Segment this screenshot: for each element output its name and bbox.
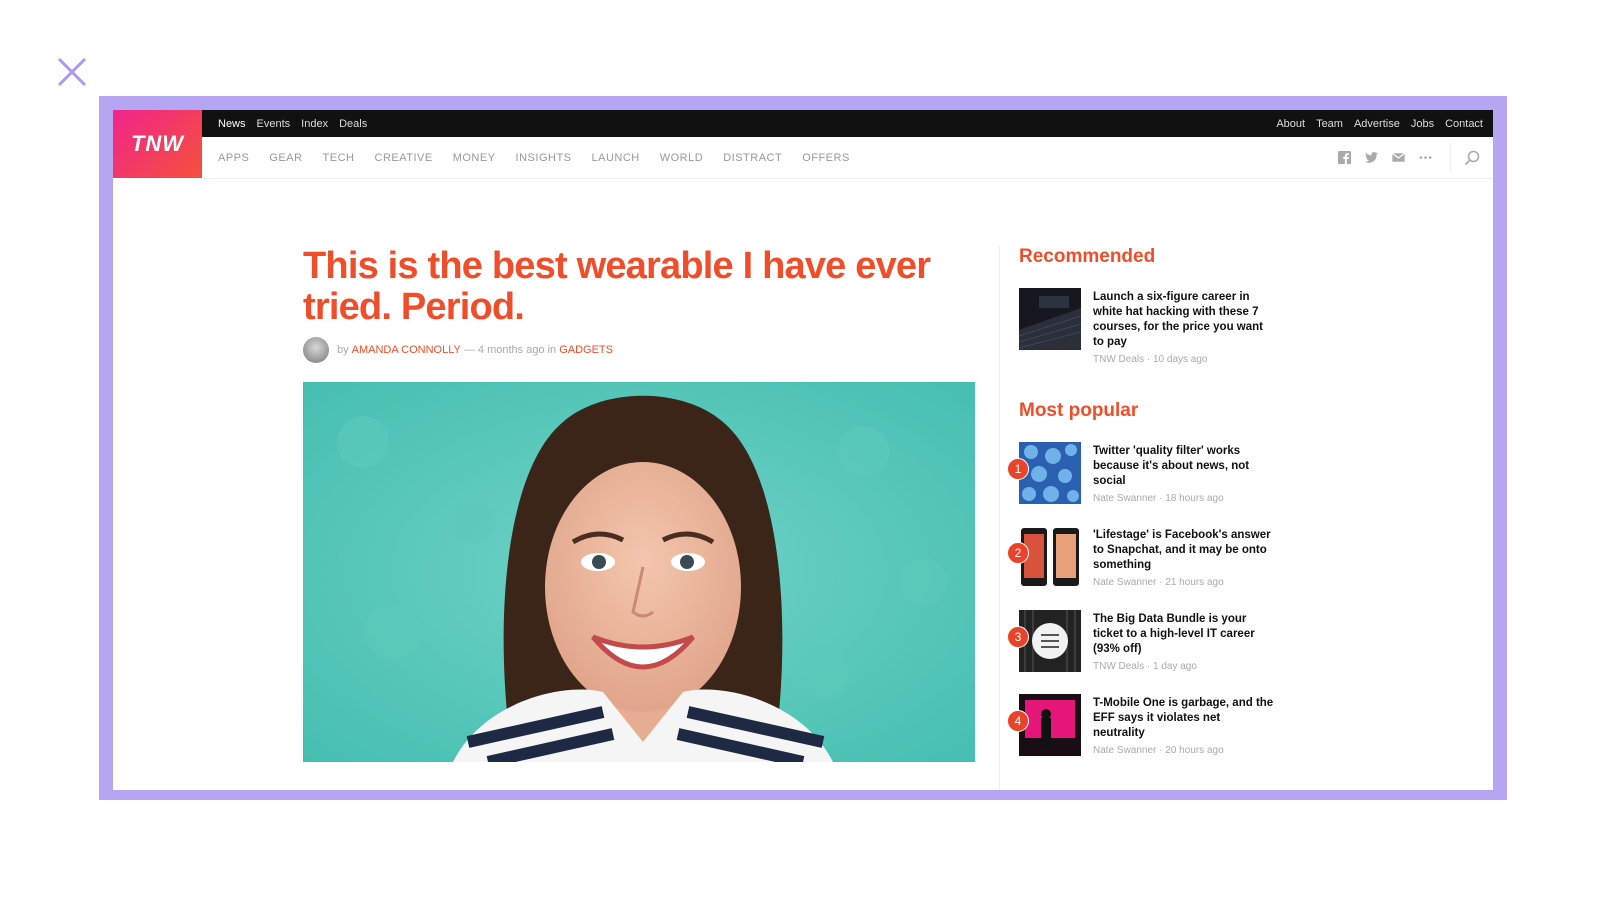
- recommended-item-title[interactable]: Launch a six-figure career in white hat …: [1093, 290, 1275, 350]
- top-nav-team[interactable]: Team: [1316, 118, 1343, 130]
- popular-item[interactable]: 2 'Lifestage' is Facebook's answer to Sn…: [1007, 522, 1289, 606]
- email-icon[interactable]: [1391, 150, 1406, 165]
- category-distract[interactable]: DISTRACT: [723, 152, 782, 164]
- category-link[interactable]: GADGETS: [559, 344, 613, 356]
- tnw-logo[interactable]: TNW: [113, 110, 202, 178]
- top-nav-news[interactable]: News: [218, 118, 246, 130]
- popular-item-title[interactable]: Twitter 'quality filter' works because i…: [1093, 444, 1275, 489]
- most-popular-title: Most popular: [1019, 400, 1139, 421]
- social-links: [1337, 137, 1433, 178]
- top-nav-events[interactable]: Events: [257, 118, 291, 130]
- category-world[interactable]: WORLD: [660, 152, 703, 164]
- category-apps[interactable]: APPS: [218, 152, 249, 164]
- popular-item[interactable]: 4 T-Mobile One is garbage, and the EFF s…: [1007, 690, 1289, 774]
- author-link[interactable]: AMANDA CONNOLLY: [352, 344, 461, 356]
- byline-by: by: [337, 344, 349, 356]
- facebook-icon[interactable]: [1337, 150, 1352, 165]
- top-nav-bar: News Events Index Deals About Team Adver…: [202, 110, 1493, 137]
- category-offers[interactable]: OFFERS: [802, 152, 850, 164]
- recommended-thumbnail: [1019, 288, 1081, 350]
- rank-badge: 2: [1007, 542, 1029, 564]
- recommended-title: Recommended: [1019, 246, 1156, 267]
- popular-item-meta: TNW Deals · 1 day ago: [1093, 661, 1197, 672]
- popular-item-meta: Nate Swanner · 21 hours ago: [1093, 577, 1224, 588]
- top-nav-index[interactable]: Index: [301, 118, 328, 130]
- popular-thumbnail: [1019, 442, 1081, 504]
- category-gear[interactable]: GEAR: [269, 152, 302, 164]
- popular-thumbnail: [1019, 610, 1081, 672]
- article-byline: by AMANDA CONNOLLY — 4 months ago in GAD…: [303, 336, 616, 364]
- webpage: TNW News Events Index Deals About Team A…: [113, 110, 1493, 790]
- category-tech[interactable]: TECH: [323, 152, 355, 164]
- more-icon[interactable]: [1418, 150, 1433, 165]
- category-launch[interactable]: LAUNCH: [592, 152, 640, 164]
- sidebar: Recommended Launch a six-figure career i…: [1007, 246, 1289, 774]
- popular-item-title[interactable]: T-Mobile One is garbage, and the EFF say…: [1093, 696, 1275, 741]
- rank-badge: 1: [1007, 458, 1029, 480]
- hero-image: [303, 382, 975, 762]
- popular-thumbnail: [1019, 526, 1081, 588]
- popular-thumbnail: [1019, 694, 1081, 756]
- search-icon[interactable]: [1463, 149, 1481, 167]
- article-title: This is the best wearable I have ever tr…: [303, 245, 931, 328]
- category-insights[interactable]: INSIGHTS: [516, 152, 572, 164]
- content-divider: [999, 246, 1000, 790]
- popular-item[interactable]: 1 Twitter 'quality filter' works because…: [1007, 438, 1289, 522]
- popular-item-meta: Nate Swanner · 20 hours ago: [1093, 745, 1224, 756]
- category-nav: APPS GEAR TECH CREATIVE MONEY INSIGHTS L…: [202, 137, 1493, 179]
- top-nav-contact[interactable]: Contact: [1445, 118, 1483, 130]
- recommended-item-meta: TNW Deals · 10 days ago: [1093, 354, 1208, 365]
- popular-item-title[interactable]: The Big Data Bundle is your ticket to a …: [1093, 612, 1275, 657]
- byline-time: — 4 months ago in: [463, 344, 557, 356]
- popular-item-meta: Nate Swanner · 18 hours ago: [1093, 493, 1224, 504]
- rank-badge: 3: [1007, 626, 1029, 648]
- nav-separator: [1450, 143, 1451, 172]
- rank-badge: 4: [1007, 710, 1029, 732]
- top-nav-deals[interactable]: Deals: [339, 118, 367, 130]
- recommended-item[interactable]: Launch a six-figure career in white hat …: [1019, 284, 1289, 382]
- top-nav-advertise[interactable]: Advertise: [1354, 118, 1400, 130]
- popular-item[interactable]: 3 The Big Data Bundle is your ticket to …: [1007, 606, 1289, 690]
- popular-item-title[interactable]: 'Lifestage' is Facebook's answer to Snap…: [1093, 528, 1275, 573]
- top-nav-jobs[interactable]: Jobs: [1411, 118, 1434, 130]
- twitter-icon[interactable]: [1364, 150, 1379, 165]
- category-money[interactable]: MONEY: [453, 152, 496, 164]
- category-creative[interactable]: CREATIVE: [375, 152, 433, 164]
- close-icon[interactable]: [56, 56, 88, 88]
- author-avatar[interactable]: [303, 337, 329, 363]
- top-nav-about[interactable]: About: [1276, 118, 1305, 130]
- screenshot-frame: TNW News Events Index Deals About Team A…: [99, 96, 1507, 800]
